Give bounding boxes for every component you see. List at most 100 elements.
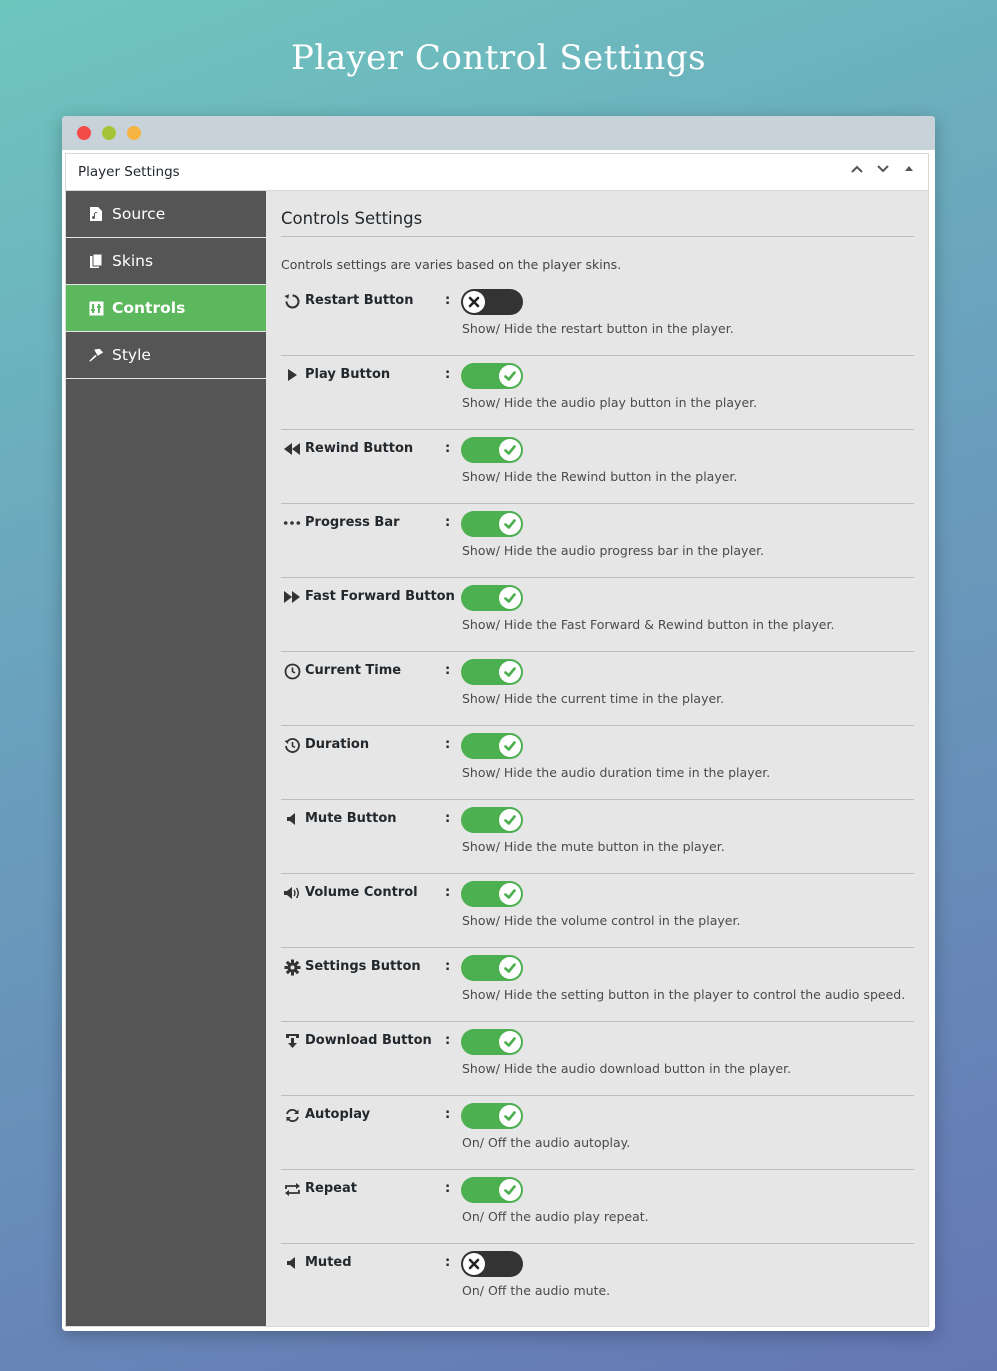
label-separator: : bbox=[445, 515, 451, 530]
sidebar-item-label: Style bbox=[112, 346, 151, 364]
rewind-icon bbox=[283, 440, 301, 458]
toggle-switch[interactable] bbox=[461, 955, 523, 981]
close-window-button[interactable] bbox=[77, 126, 91, 140]
brush-icon bbox=[88, 347, 104, 363]
setting-label: Fast Forward Button bbox=[305, 589, 455, 604]
check-icon bbox=[499, 661, 521, 683]
sidebar-item-label: Source bbox=[112, 205, 166, 223]
check-icon bbox=[499, 513, 521, 535]
setting-label: Download Button bbox=[305, 1033, 432, 1048]
sidebar-item-source[interactable]: Source bbox=[66, 191, 266, 238]
setting-description: Show/ Hide the volume control in the pla… bbox=[462, 913, 741, 928]
setting-description: Show/ Hide the Fast Forward & Rewind but… bbox=[462, 617, 835, 632]
history-icon bbox=[283, 736, 301, 754]
setting-label: Volume Control bbox=[305, 885, 418, 900]
toggle-switch[interactable] bbox=[461, 1177, 523, 1203]
setting-label: Muted bbox=[305, 1255, 352, 1270]
setting-label: Mute Button bbox=[305, 811, 397, 826]
repeat-icon bbox=[283, 1180, 301, 1198]
label-separator: : bbox=[445, 589, 451, 604]
setting-row: Settings Button: Show/ Hide the setting b… bbox=[281, 948, 914, 1022]
setting-description: Show/ Hide the audio download button in … bbox=[462, 1061, 792, 1076]
setting-description: Show/ Hide the audio duration time in th… bbox=[462, 765, 771, 780]
check-icon bbox=[499, 1179, 521, 1201]
copy-pages-icon bbox=[88, 253, 104, 269]
panel-title: Player Settings bbox=[78, 164, 180, 180]
setting-label: Duration bbox=[305, 737, 370, 752]
setting-label: Rewind Button bbox=[305, 441, 414, 456]
toggle-switch[interactable] bbox=[461, 511, 523, 537]
toggle-switch[interactable] bbox=[461, 585, 523, 611]
page-title: Player Control Settings bbox=[290, 38, 707, 78]
label-separator: : bbox=[445, 737, 451, 752]
setting-row: Restart Button: Show/ Hide the restart bu… bbox=[281, 282, 914, 356]
setting-description: On/ Off the audio autoplay. bbox=[462, 1135, 631, 1150]
triangle-up-icon[interactable] bbox=[900, 162, 918, 182]
toggle-switch[interactable] bbox=[461, 1103, 523, 1129]
setting-label: Settings Button bbox=[305, 959, 421, 974]
app-window: Player Settings Source Skins Controls Style… bbox=[62, 116, 935, 1331]
window-titlebar bbox=[62, 116, 935, 150]
minimize-window-button[interactable] bbox=[127, 126, 141, 140]
label-separator: : bbox=[445, 1181, 451, 1196]
setting-description: Show/ Hide the mute button in the player… bbox=[462, 839, 725, 854]
setting-description: Show/ Hide the current time in the playe… bbox=[462, 691, 725, 706]
toggle-switch[interactable] bbox=[461, 363, 523, 389]
setting-row: Autoplay: On/ Off the audio autoplay. bbox=[281, 1096, 914, 1170]
dots-icon bbox=[283, 514, 301, 532]
restart-icon bbox=[283, 292, 301, 310]
setting-row: Rewind Button: Show/ Hide the Rewind butt… bbox=[281, 430, 914, 504]
refresh-icon bbox=[283, 1106, 301, 1124]
toggle-switch[interactable] bbox=[461, 1029, 523, 1055]
check-icon bbox=[499, 365, 521, 387]
label-separator: : bbox=[445, 1033, 451, 1048]
setting-label: Restart Button bbox=[305, 293, 414, 308]
panel-header: Player Settings bbox=[66, 154, 928, 191]
label-separator: : bbox=[445, 663, 451, 678]
setting-description: On/ Off the audio play repeat. bbox=[462, 1209, 649, 1224]
setting-row: Mute Button: Show/ Hide the mute button i… bbox=[281, 800, 914, 874]
chevron-up-icon[interactable] bbox=[848, 162, 866, 182]
controls-icon bbox=[88, 300, 104, 316]
sidebar-item-controls[interactable]: Controls bbox=[66, 285, 266, 332]
speaker-icon bbox=[283, 1254, 301, 1272]
label-separator: : bbox=[445, 885, 451, 900]
check-icon bbox=[499, 587, 521, 609]
label-separator: : bbox=[445, 811, 451, 826]
setting-description: Show/ Hide the audio play button in the … bbox=[462, 395, 758, 410]
speaker-icon bbox=[283, 810, 301, 828]
sidebar-item-style[interactable]: Style bbox=[66, 332, 266, 379]
toggle-switch[interactable] bbox=[461, 659, 523, 685]
setting-row: Progress Bar: Show/ Hide the audio progre… bbox=[281, 504, 914, 578]
controls-settings-content: Controls Settings Controls settings are … bbox=[281, 191, 914, 1318]
fast-forward-icon bbox=[283, 588, 301, 606]
toggle-switch[interactable] bbox=[461, 289, 523, 315]
setting-row: Current Time: Show/ Hide the current time… bbox=[281, 652, 914, 726]
play-icon bbox=[283, 366, 301, 384]
label-separator: : bbox=[445, 293, 451, 308]
gear-icon bbox=[283, 958, 301, 976]
download-icon bbox=[283, 1032, 301, 1050]
toggle-switch[interactable] bbox=[461, 807, 523, 833]
toggle-switch[interactable] bbox=[461, 437, 523, 463]
check-icon bbox=[499, 957, 521, 979]
toggle-switch[interactable] bbox=[461, 733, 523, 759]
setting-row: Muted: On/ Off the audio mute. bbox=[281, 1244, 914, 1318]
maximize-window-button[interactable] bbox=[102, 126, 116, 140]
label-separator: : bbox=[445, 441, 451, 456]
check-icon bbox=[499, 439, 521, 461]
x-icon bbox=[463, 291, 485, 313]
setting-label: Play Button bbox=[305, 367, 391, 382]
label-separator: : bbox=[445, 959, 451, 974]
chevron-down-icon[interactable] bbox=[874, 162, 892, 182]
sidebar-item-skins[interactable]: Skins bbox=[66, 238, 266, 285]
setting-row: Repeat: On/ Off the audio play repeat. bbox=[281, 1170, 914, 1244]
toggle-switch[interactable] bbox=[461, 1251, 523, 1277]
toggle-switch[interactable] bbox=[461, 881, 523, 907]
check-icon bbox=[499, 735, 521, 757]
setting-row: Fast Forward Button: Show/ Hide the Fast … bbox=[281, 578, 914, 652]
check-icon bbox=[499, 1105, 521, 1127]
setting-label: Progress Bar bbox=[305, 515, 400, 530]
content-heading: Controls Settings bbox=[281, 191, 914, 237]
settings-sidebar: Source Skins Controls Style bbox=[66, 191, 266, 1326]
